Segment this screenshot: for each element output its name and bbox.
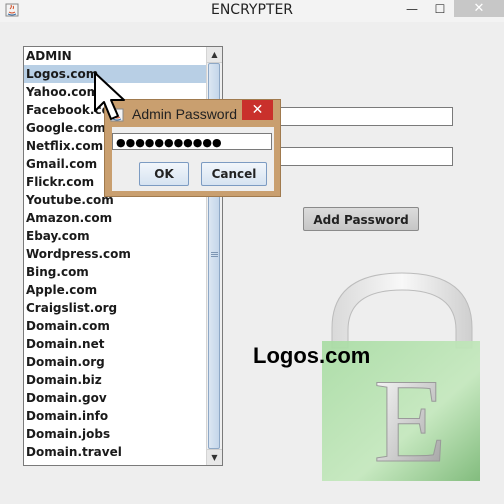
cancel-button[interactable]: Cancel	[201, 162, 267, 186]
title-bar: ENCRYPTER — ☐ ✕	[0, 0, 504, 22]
add-password-button[interactable]: Add Password	[303, 207, 419, 231]
list-item[interactable]: Domain.biz	[24, 371, 206, 389]
lock-logo-icon: E	[322, 272, 480, 488]
list-item[interactable]: Ebay.com	[24, 227, 206, 245]
dialog-body: ●●●●●●●●●●● OK Cancel	[112, 127, 274, 191]
list-item[interactable]: Domain.gov	[24, 389, 206, 407]
list-item[interactable]: Domain.travel	[24, 443, 206, 461]
list-item[interactable]: ADMIN	[24, 47, 206, 65]
arrow-down-icon: ▼	[211, 453, 218, 462]
maximize-button[interactable]: ☐	[426, 0, 454, 17]
list-item[interactable]: Craigslist.org	[24, 299, 206, 317]
list-item[interactable]: Bing.com	[24, 263, 206, 281]
selected-site-label: Logos.com	[253, 343, 371, 368]
minimize-button[interactable]: —	[398, 0, 426, 17]
arrow-up-icon: ▲	[211, 50, 218, 59]
password-field[interactable]	[254, 147, 453, 166]
scroll-up-button[interactable]: ▲	[207, 47, 222, 63]
logo-letter: E	[373, 354, 446, 487]
admin-password-input[interactable]: ●●●●●●●●●●●	[112, 133, 272, 150]
list-item[interactable]: Domain.net	[24, 335, 206, 353]
list-item[interactable]: Apple.com	[24, 281, 206, 299]
list-item[interactable]: Amazon.com	[24, 209, 206, 227]
dialog-close-button[interactable]: ✕	[242, 100, 273, 120]
list-item[interactable]: Domain.info	[24, 407, 206, 425]
list-item[interactable]: Domain.org	[24, 353, 206, 371]
grip-icon	[211, 252, 218, 258]
mouse-cursor-icon	[94, 72, 125, 120]
list-item[interactable]: Domain.jobs	[24, 425, 206, 443]
ok-button[interactable]: OK	[139, 162, 189, 186]
list-item[interactable]: Domain.com	[24, 317, 206, 335]
scroll-down-button[interactable]: ▼	[207, 449, 222, 465]
dialog-title: Admin Password	[132, 106, 238, 122]
username-field[interactable]	[254, 107, 453, 126]
list-item[interactable]: Wordpress.com	[24, 245, 206, 263]
close-button[interactable]: ✕	[454, 0, 504, 17]
